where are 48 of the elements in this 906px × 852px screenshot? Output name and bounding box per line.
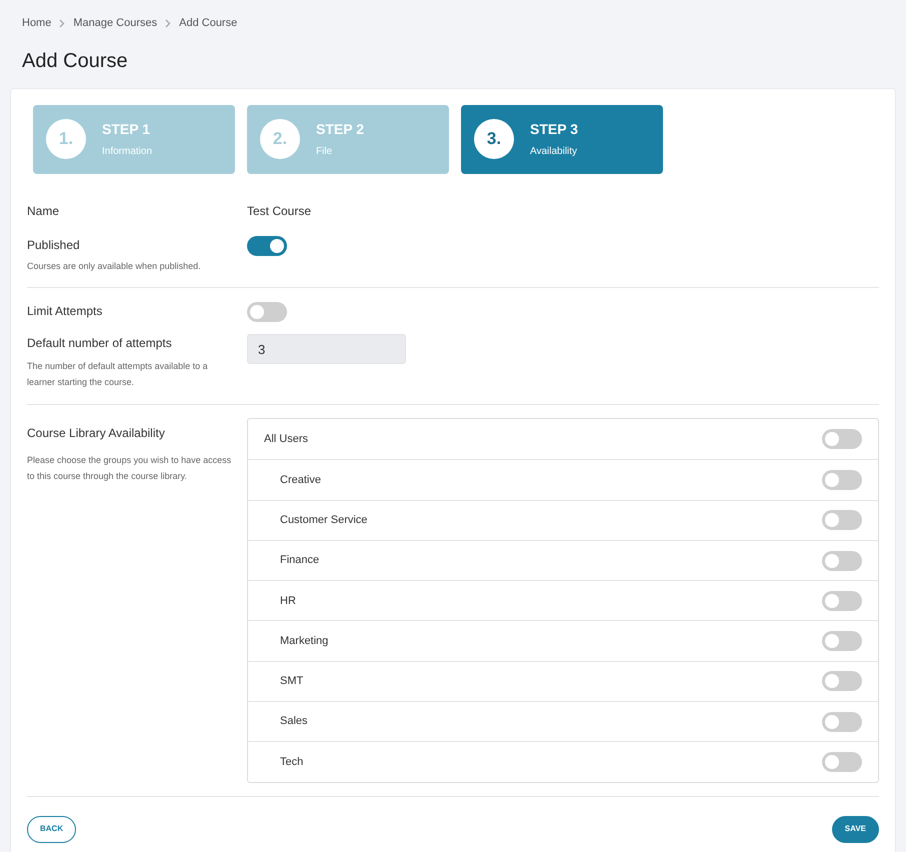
- group-label: SMT: [280, 674, 304, 690]
- back-button[interactable]: BACK: [27, 816, 76, 843]
- field-label: Course Library Availability: [27, 425, 166, 442]
- group-label: Marketing: [280, 634, 328, 649]
- step-title: STEP 2: [316, 120, 364, 139]
- step-number: 1.: [46, 119, 86, 159]
- field-label: Name: [27, 202, 60, 220]
- step-subtitle: File: [316, 145, 334, 159]
- toggle-switch[interactable]: [247, 302, 287, 322]
- toggle-switch[interactable]: [822, 752, 862, 772]
- group-label: Sales: [280, 714, 308, 730]
- page-title: Add Course: [21, 48, 129, 74]
- toggle-switch[interactable]: [822, 590, 862, 611]
- step-title: STEP 3: [530, 120, 578, 139]
- group-label: Tech: [280, 754, 304, 770]
- step-subtitle: Availability: [530, 145, 578, 159]
- group-label: Customer Service: [280, 512, 368, 528]
- name-value: Test Course: [247, 202, 312, 220]
- breadcrumb-link[interactable]: Manage Courses: [73, 15, 158, 32]
- toggle-switch[interactable]: [822, 631, 862, 652]
- toggle-switch[interactable]: [822, 429, 862, 450]
- group-label: Creative: [280, 472, 321, 488]
- step-subtitle: Information: [102, 145, 152, 159]
- save-button[interactable]: SAVE: [832, 816, 879, 843]
- breadcrumb-link[interactable]: Home: [22, 15, 52, 32]
- step-number: 2.: [260, 119, 300, 159]
- help-text: Please choose the groups you wish to have access to this course through the course library.: [27, 454, 232, 483]
- toggle-switch[interactable]: [822, 470, 862, 490]
- breadcrumb-link[interactable]: Add Course: [179, 15, 238, 32]
- chevron-icon: [59, 18, 66, 28]
- attempts-input[interactable]: 3: [247, 334, 406, 364]
- field-label: Limit Attempts: [27, 303, 104, 320]
- step-number: 3.: [474, 119, 514, 159]
- toggle-switch[interactable]: [822, 510, 862, 530]
- field-label: Published: [27, 236, 81, 254]
- group-label: Finance: [280, 553, 320, 568]
- group-label: All Users: [264, 432, 308, 447]
- toggle-switch[interactable]: [822, 671, 862, 692]
- group-label: HR: [280, 594, 296, 609]
- toggle-switch[interactable]: [822, 712, 862, 732]
- toggle-switch[interactable]: [247, 236, 287, 256]
- toggle-switch[interactable]: [822, 550, 862, 571]
- step-title: STEP 1: [102, 120, 151, 139]
- chevron-icon: [165, 18, 172, 28]
- help-text: Courses are only available when published.: [27, 260, 202, 273]
- field-label: Default number of attempts: [27, 335, 173, 352]
- step-tab[interactable]: 3. STEP 3 Availability: [461, 104, 663, 174]
- help-text: The number of default attempts available to a learner starting the course.: [27, 360, 209, 389]
